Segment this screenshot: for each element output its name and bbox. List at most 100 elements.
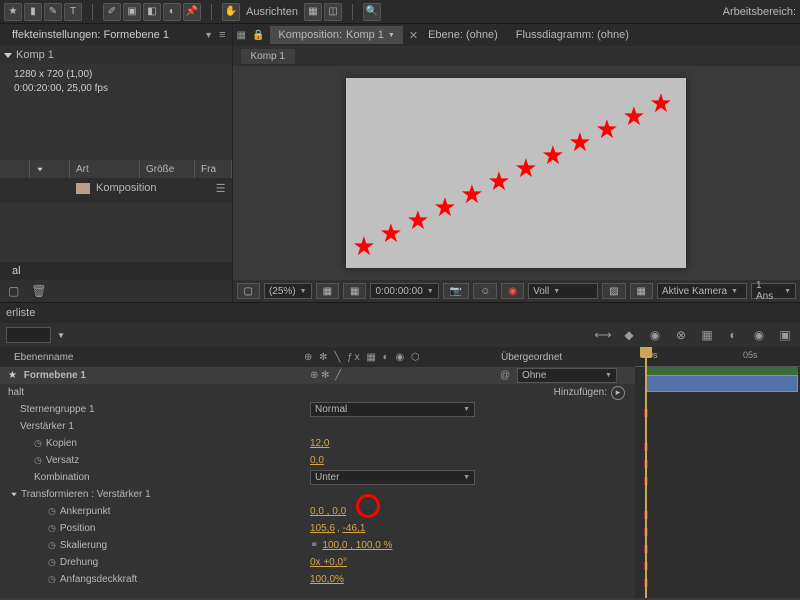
flowchart-tab[interactable]: Flussdiagramm: (ohne) (508, 26, 637, 44)
add-button[interactable]: ▸ (611, 386, 625, 400)
tool-snap1-icon[interactable]: ▦ (304, 3, 322, 21)
aa-icon[interactable]: ◉ (750, 326, 768, 344)
link-icon[interactable]: ⚭ (310, 540, 318, 551)
col-fra[interactable]: Fra (195, 160, 232, 178)
layer-bar[interactable] (645, 375, 798, 392)
anchor-value[interactable]: 0,0 , 0,0 (310, 506, 346, 517)
al-tab[interactable]: al (6, 262, 27, 280)
graph-icon[interactable]: ▦ (698, 326, 716, 344)
layer-switches[interactable]: ⊕ ✻ ╱ (310, 370, 341, 381)
star-group[interactable]: Sternengruppe 1 (20, 404, 95, 415)
scale-label: Skalierung (60, 540, 107, 551)
timeline-track-area[interactable]: 00s 05s (635, 347, 800, 598)
tool-bulb-icon[interactable]: ▮ (24, 3, 42, 21)
new-bin-icon[interactable]: ▢ (8, 284, 19, 298)
always-preview-icon[interactable]: ▢ (237, 283, 260, 299)
transform-label[interactable]: Transformieren : Verstärker 1 (21, 489, 151, 500)
contents-label: halt (8, 387, 24, 398)
stopwatch-icon[interactable]: ◷ (48, 557, 56, 567)
tool-search-icon[interactable]: 🔍 (363, 3, 381, 21)
star-icon: ★ (8, 370, 17, 381)
item-type: Komposition (96, 182, 157, 194)
frame-blend-icon[interactable]: ◆ (620, 326, 638, 344)
tool-text-icon[interactable]: T (64, 3, 82, 21)
col-type[interactable]: Art (70, 160, 140, 178)
trash-icon[interactable]: 🗑 (31, 284, 46, 298)
position-x-value[interactable]: 105,6 (310, 523, 335, 534)
anchor-label: Ankerpunkt (60, 506, 111, 517)
draft-icon[interactable]: ◐ (724, 326, 742, 344)
align-label: Ausrichten (246, 6, 298, 18)
rotation-value[interactable]: 0x +0,0° (310, 557, 347, 568)
stopwatch-icon[interactable]: ◷ (34, 455, 42, 465)
zoom-dropdown[interactable]: (25%) (264, 283, 312, 299)
offset-value[interactable]: 0,0 (310, 455, 324, 466)
stopwatch-icon[interactable]: ◷ (48, 540, 56, 550)
tool-star-icon[interactable]: ★ (4, 3, 22, 21)
work-area-bar[interactable] (645, 367, 798, 375)
tool-snap2-icon[interactable]: ◫ (324, 3, 342, 21)
tool-roto-icon[interactable]: ◐ (163, 3, 181, 21)
effect-settings-tab[interactable]: ffekteinstellungen: Formebene 1 (6, 26, 175, 44)
tool-pin-icon[interactable]: 📌 (183, 3, 201, 21)
repeater-label[interactable]: Verstärker 1 (20, 421, 74, 432)
timeline-search-input[interactable] (6, 327, 51, 343)
tool-hand-icon[interactable]: ✋ (222, 3, 240, 21)
transparency-icon[interactable]: ▦ (630, 283, 653, 299)
stopwatch-icon[interactable]: ◷ (48, 574, 56, 584)
scale-value[interactable]: 100,0 , 100,0 % (322, 540, 392, 551)
brain-icon[interactable]: ⊗ (672, 326, 690, 344)
tool-pen-icon[interactable]: ✎ (44, 3, 62, 21)
views-dropdown[interactable]: 1 Ans (751, 283, 796, 299)
pickwhip-icon[interactable]: @ (500, 370, 510, 381)
comp-duration: 0:00:20:00, 25,00 fps (14, 82, 218, 96)
position-y-value[interactable]: -46,1 (343, 523, 366, 534)
project-list-header: Art Größe Fra (0, 160, 232, 178)
composition-viewer[interactable]: ★ ★ ★ ★ ★ ★ ★ ★ ★ ★ ★ ★ (233, 66, 800, 280)
stopwatch-icon[interactable]: ◷ (34, 438, 42, 448)
expr-icon[interactable]: ▣ (776, 326, 794, 344)
snapshot-icon[interactable]: 📷 (443, 283, 469, 299)
switch-icons: ⊕ ✻ ╲ ƒx ▦ ◐ ◉ ⬡ (304, 352, 422, 363)
offset-label: Versatz (46, 455, 79, 466)
col-size[interactable]: Größe (140, 160, 195, 178)
timeline-ruler[interactable]: 00s 05s (635, 347, 800, 367)
stopwatch-icon[interactable]: ◷ (48, 506, 56, 516)
comp-subtab[interactable]: Komp 1 (241, 49, 295, 64)
region-icon[interactable]: ▨ (602, 283, 625, 299)
tool-eraser-icon[interactable]: ◧ (143, 3, 161, 21)
timeline-tab[interactable]: erliste (6, 307, 35, 319)
grid-icon[interactable]: ▦ (343, 283, 366, 299)
layer-tab[interactable]: Ebene: (ohne) (420, 26, 506, 44)
resolution-icon[interactable]: ▦ (316, 283, 339, 299)
composition-tab[interactable]: Komposition: Komp 1 ▼ (270, 26, 402, 44)
camera-dropdown[interactable]: Aktive Kamera (657, 283, 747, 299)
shy-icon[interactable]: ⟷ (594, 326, 612, 344)
expand-icon[interactable] (4, 53, 12, 58)
channel-dropdown[interactable]: Voll (528, 283, 598, 299)
timeline-properties: Ebenenname ⊕ ✻ ╲ ƒx ▦ ◐ ◉ ⬡ Übergeordnet… (0, 347, 635, 598)
combo-label: Kombination (34, 472, 90, 483)
col-layername[interactable]: Ebenenname (0, 352, 300, 363)
timecode-display[interactable]: 0:00:00:00 (370, 283, 438, 299)
flowchart-icon[interactable]: ☰ (216, 182, 226, 195)
close-tab-icon[interactable]: ✕ (409, 29, 418, 42)
project-item-row[interactable]: Komposition ☰ (0, 178, 232, 198)
tool-stamp-icon[interactable]: ▣ (123, 3, 141, 21)
show-snapshot-icon[interactable]: ☺ (473, 283, 497, 299)
opacity-value[interactable]: 100,0% (310, 574, 344, 585)
playhead[interactable] (645, 347, 647, 598)
composition-panel: ▦ 🔒 Komposition: Komp 1 ▼ ✕ Ebene: (ohne… (233, 24, 800, 302)
layer-name[interactable]: Formebene 1 (24, 370, 86, 381)
item-swatch-icon (76, 183, 90, 194)
channel-icon[interactable]: ◉ (501, 283, 524, 299)
tool-brush-icon[interactable]: ✐ (103, 3, 121, 21)
stopwatch-icon[interactable]: ◷ (48, 523, 56, 533)
workspace-label: Arbeitsbereich: (723, 6, 796, 18)
col-parent[interactable]: Übergeordnet (495, 352, 635, 363)
copies-value[interactable]: 12,0 (310, 438, 329, 449)
blendmode-dropdown[interactable]: Normal (310, 402, 475, 417)
motion-blur-icon[interactable]: ◉ (646, 326, 664, 344)
parent-dropdown[interactable]: Ohne (517, 368, 617, 383)
combo-dropdown[interactable]: Unter (310, 470, 475, 485)
